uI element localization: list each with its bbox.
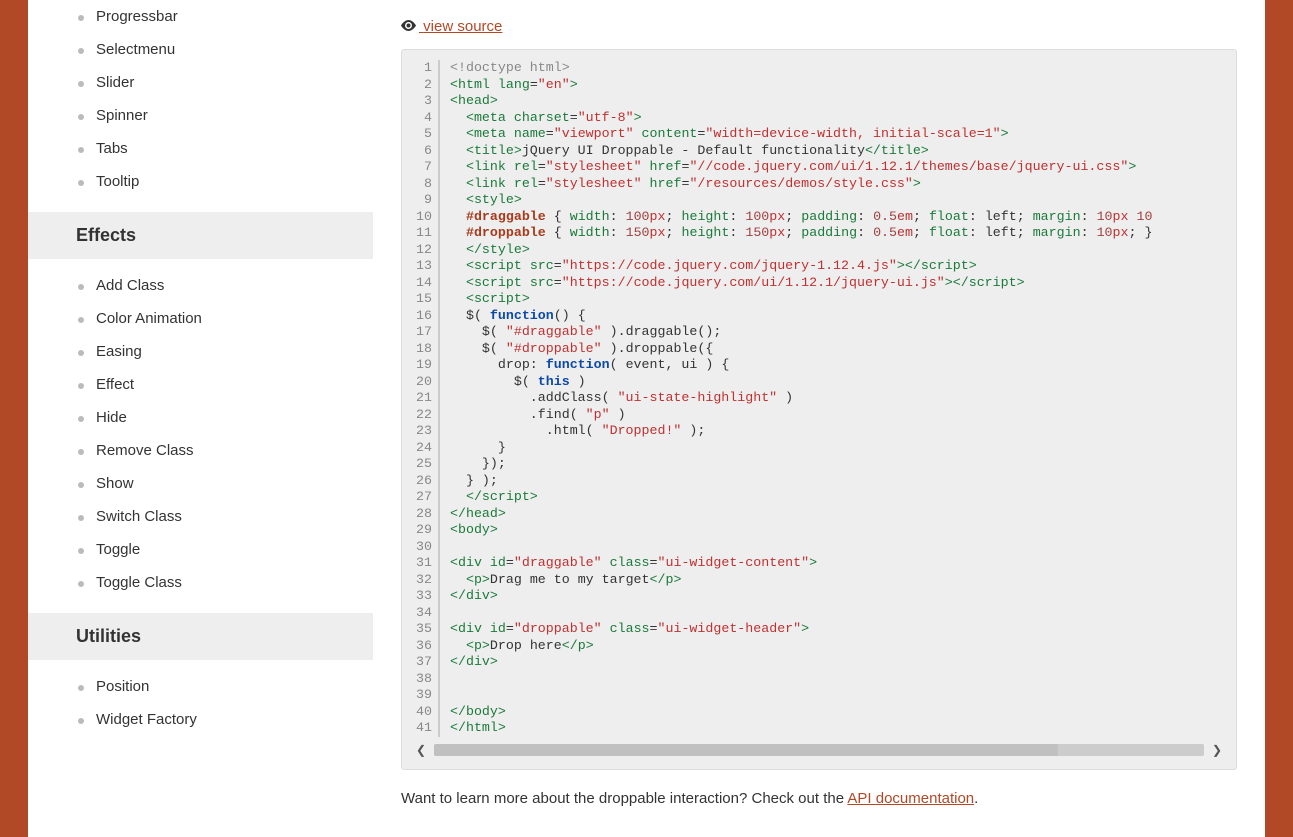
scroll-track[interactable]	[434, 744, 1204, 756]
sidebar-item-remove-class[interactable]: Remove Class	[28, 434, 373, 467]
sidebar-item-slider[interactable]: Slider	[28, 66, 373, 99]
footer-prefix: Want to learn more about the droppable i…	[401, 790, 847, 807]
sidebar-item-spinner[interactable]: Spinner	[28, 99, 373, 132]
sidebar-section-effects: Effects	[28, 212, 373, 259]
sidebar-utilities-list: PositionWidget Factory	[28, 670, 373, 736]
footer-text: Want to learn more about the droppable i…	[401, 770, 1237, 817]
scroll-thumb[interactable]	[434, 744, 1058, 756]
sidebar-item-hide[interactable]: Hide	[28, 401, 373, 434]
line-number-gutter: 1234567891011121314151617181920212223242…	[402, 60, 440, 737]
view-source-link[interactable]: view source	[401, 0, 502, 49]
sidebar-item-toggle-class[interactable]: Toggle Class	[28, 566, 373, 599]
source-code-block: 1234567891011121314151617181920212223242…	[401, 49, 1237, 770]
sidebar-item-progressbar[interactable]: Progressbar	[28, 0, 373, 33]
api-documentation-link[interactable]: API documentation	[847, 790, 974, 807]
sidebar-item-tooltip[interactable]: Tooltip	[28, 165, 373, 198]
sidebar-item-show[interactable]: Show	[28, 467, 373, 500]
horizontal-scrollbar[interactable]: ❮ ❯	[412, 741, 1226, 759]
footer-suffix: .	[974, 790, 978, 807]
sidebar-section-utilities: Utilities	[28, 613, 373, 660]
sidebar-item-position[interactable]: Position	[28, 670, 373, 703]
sidebar-item-tabs[interactable]: Tabs	[28, 132, 373, 165]
sidebar-item-effect[interactable]: Effect	[28, 368, 373, 401]
source-code[interactable]: <!doctype html><html lang="en"><head> <m…	[440, 60, 1236, 737]
view-source-label: view source	[423, 18, 502, 35]
main-content: view source 1234567891011121314151617181…	[373, 0, 1265, 837]
sidebar-item-add-class[interactable]: Add Class	[28, 269, 373, 302]
sidebar-item-selectmenu[interactable]: Selectmenu	[28, 33, 373, 66]
sidebar: ProgressbarSelectmenuSliderSpinnerTabsTo…	[28, 0, 373, 837]
scroll-right-icon[interactable]: ❯	[1208, 741, 1226, 759]
sidebar-item-widget-factory[interactable]: Widget Factory	[28, 703, 373, 736]
sidebar-item-switch-class[interactable]: Switch Class	[28, 500, 373, 533]
sidebar-item-toggle[interactable]: Toggle	[28, 533, 373, 566]
eye-icon	[401, 18, 417, 35]
sidebar-widgets-list: ProgressbarSelectmenuSliderSpinnerTabsTo…	[28, 0, 373, 198]
sidebar-item-color-animation[interactable]: Color Animation	[28, 302, 373, 335]
scroll-left-icon[interactable]: ❮	[412, 741, 430, 759]
sidebar-item-easing[interactable]: Easing	[28, 335, 373, 368]
sidebar-effects-list: Add ClassColor AnimationEasingEffectHide…	[28, 269, 373, 599]
